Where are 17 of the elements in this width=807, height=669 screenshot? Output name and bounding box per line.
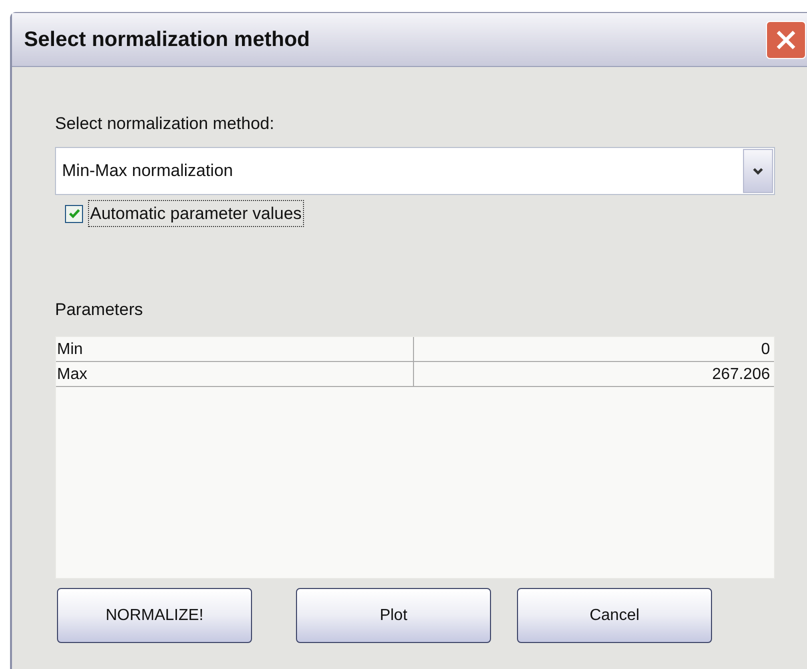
checkbox-label[interactable]: Automatic parameter values <box>88 200 304 228</box>
field-label: Select normalization method: <box>55 113 276 135</box>
method-dropdown[interactable]: Min-Max normalization <box>55 146 775 194</box>
close-icon <box>775 28 797 50</box>
window-title: Select normalization method <box>24 26 310 53</box>
table-cell: Min <box>56 337 414 361</box>
table-cell-text: 0 <box>760 340 771 360</box>
table-cell-text: 267.206 <box>711 365 771 385</box>
dialog-button[interactable]: Plot <box>296 588 491 643</box>
dialog-button[interactable]: NORMALIZE! <box>57 588 252 643</box>
dialog-button[interactable]: Cancel <box>517 588 712 643</box>
caret-icon[interactable] <box>743 148 773 192</box>
checkbox[interactable] <box>65 204 83 222</box>
section-label: Parameters <box>55 298 144 320</box>
check-icon <box>68 207 80 220</box>
close-button[interactable] <box>766 20 806 58</box>
table-cell: Max <box>56 362 414 386</box>
